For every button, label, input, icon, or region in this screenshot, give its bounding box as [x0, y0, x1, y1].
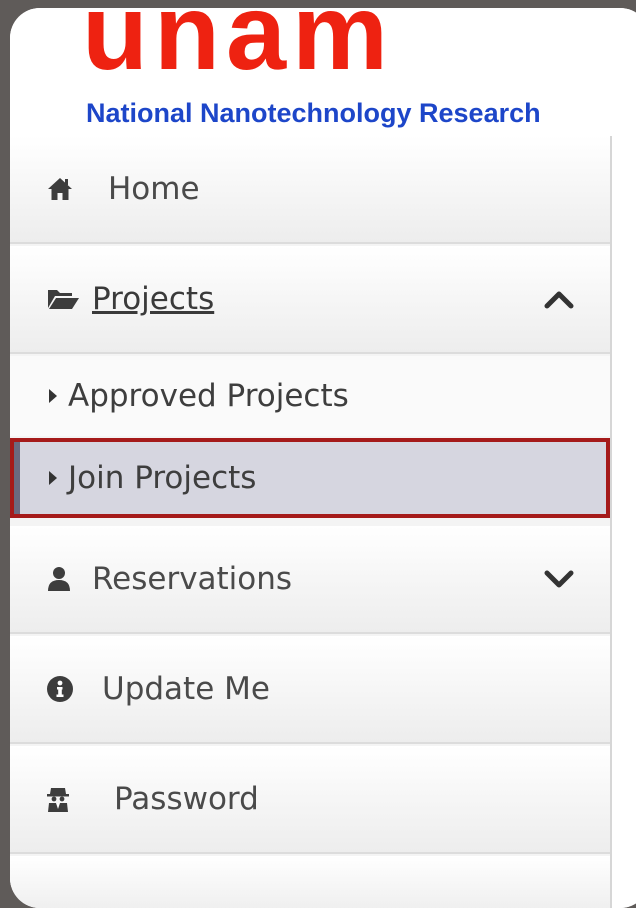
info-circle-icon — [47, 676, 73, 702]
chevron-down-icon[interactable] — [544, 568, 574, 590]
sidebar-item-label: Reservations — [92, 561, 293, 597]
sidebar-item-label: Home — [108, 171, 200, 207]
sidebar-item-label: Update Me — [102, 671, 270, 707]
sidebar-item-reservations[interactable]: Reservations — [10, 526, 610, 634]
caret-right-icon — [49, 471, 57, 485]
selection-indicator — [14, 442, 20, 514]
main-content-edge — [612, 136, 636, 908]
chevron-up-icon[interactable] — [544, 288, 574, 310]
sidebar-item-home[interactable]: Home — [10, 136, 610, 244]
user-icon — [48, 567, 70, 591]
sidebar-subitem-approved-projects[interactable]: Approved Projects — [10, 356, 610, 436]
logo: unam National Nanotechnology Research — [10, 8, 636, 136]
sidebar-nav: Home Projects Approved Projects Join Pro… — [10, 136, 612, 908]
user-secret-icon — [47, 788, 69, 812]
sidebar-item-update-me[interactable]: Update Me — [10, 636, 610, 744]
app-frame: unam National Nanotechnology Research Ho… — [10, 8, 636, 908]
logo-wordmark: unam — [82, 8, 395, 92]
sidebar-item-label: Projects — [92, 281, 215, 317]
folder-open-icon — [48, 290, 79, 309]
logo-subtitle: National Nanotechnology Research — [86, 98, 541, 128]
home-icon — [48, 178, 72, 200]
sidebar-item-partial — [10, 856, 610, 908]
caret-right-icon — [49, 389, 57, 403]
sidebar-subitem-join-projects[interactable]: Join Projects — [10, 438, 610, 518]
sidebar-item-password[interactable]: Password — [10, 746, 610, 854]
sidebar-item-label: Password — [114, 781, 259, 817]
sidebar-subitem-label: Approved Projects — [68, 378, 349, 414]
sidebar-item-projects[interactable]: Projects — [10, 246, 610, 354]
sidebar-subitem-label: Join Projects — [68, 460, 257, 496]
